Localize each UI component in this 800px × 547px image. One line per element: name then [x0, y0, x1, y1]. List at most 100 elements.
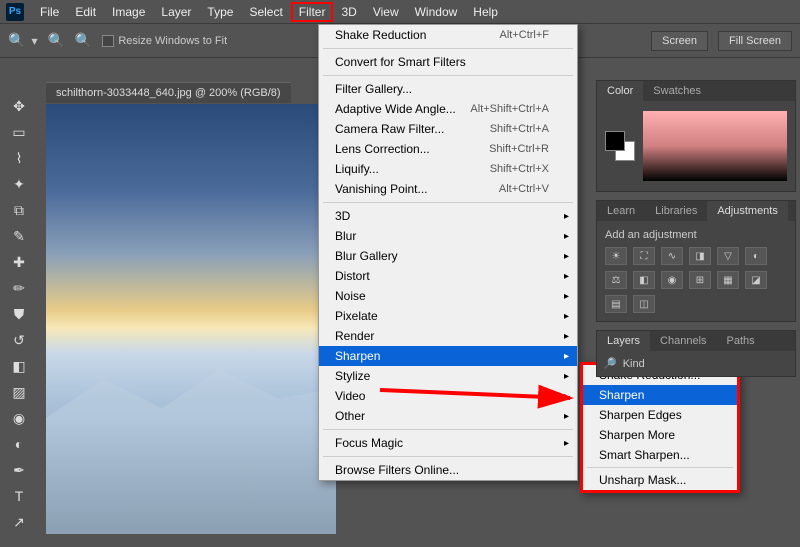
fit-screen-button[interactable]: Screen — [651, 31, 708, 51]
filter-browse-online[interactable]: Browse Filters Online... — [319, 460, 577, 480]
eraser-tool[interactable]: ◧ — [4, 354, 34, 378]
zoom-tool-indicator[interactable]: 🔍▾ — [8, 32, 37, 49]
eyedropper-tool[interactable]: ✎ — [4, 224, 34, 248]
filter-blur[interactable]: Blur — [319, 226, 577, 246]
filter-blur-gallery[interactable]: Blur Gallery — [319, 246, 577, 266]
chevron-down-icon: ▾ — [31, 34, 37, 48]
filter-distort[interactable]: Distort — [319, 266, 577, 286]
colorbalance-icon[interactable]: ⚖ — [605, 271, 627, 289]
sharpen-sharpen[interactable]: Sharpen — [583, 385, 737, 405]
wand-tool[interactable]: ✦ — [4, 172, 34, 196]
filter-3d[interactable]: 3D — [319, 206, 577, 226]
menubar: Ps File Edit Image Layer Type Select Fil… — [0, 0, 800, 24]
filter-camera-raw[interactable]: Camera Raw Filter...Shift+Ctrl+A — [319, 119, 577, 139]
tab-channels[interactable]: Channels — [650, 331, 716, 351]
text-tool[interactable]: T — [4, 484, 34, 508]
posterize-icon[interactable]: ▤ — [605, 295, 627, 313]
menu-type[interactable]: Type — [199, 2, 241, 22]
tab-color[interactable]: Color — [597, 81, 643, 101]
photo-filter-icon[interactable]: ◉ — [661, 271, 683, 289]
checkbox-icon — [102, 35, 114, 47]
lookup-icon[interactable]: ▦ — [717, 271, 739, 289]
lasso-tool[interactable]: ⌇ — [4, 146, 34, 170]
stamp-tool[interactable]: ⛊ — [4, 302, 34, 326]
brightness-icon[interactable]: ☀ — [605, 247, 627, 265]
threshold-icon[interactable]: ◫ — [633, 295, 655, 313]
adjustments-panel: Learn Libraries Adjustments Add an adjus… — [596, 200, 796, 322]
zoom-icon: 🔍 — [8, 32, 25, 49]
marquee-tool[interactable]: ▭ — [4, 120, 34, 144]
filter-sharpen[interactable]: Sharpen — [319, 346, 577, 366]
filter-menu-dropdown: Shake Reduction Alt+Ctrl+F Convert for S… — [318, 24, 578, 481]
sharpen-more[interactable]: Sharpen More — [583, 425, 737, 445]
zoom-out-icon[interactable]: 🔍 — [75, 32, 92, 49]
adjustments-title: Add an adjustment — [605, 229, 787, 241]
menu-layer[interactable]: Layer — [153, 2, 199, 22]
sharpen-smart[interactable]: Smart Sharpen... — [583, 445, 737, 465]
blur-tool[interactable]: ◉ — [4, 406, 34, 430]
menu-window[interactable]: Window — [407, 2, 466, 22]
tab-libraries[interactable]: Libraries — [645, 201, 707, 221]
crop-tool[interactable]: ⧉ — [4, 198, 34, 222]
document-canvas[interactable] — [46, 104, 336, 534]
filter-last-label: Shake Reduction — [335, 28, 426, 42]
menu-help[interactable]: Help — [465, 2, 506, 22]
menu-edit[interactable]: Edit — [67, 2, 104, 22]
filter-focus-magic[interactable]: Focus Magic — [319, 433, 577, 453]
channel-mixer-icon[interactable]: ⊞ — [689, 271, 711, 289]
filter-last-shortcut: Alt+Ctrl+F — [499, 29, 549, 41]
menu-file[interactable]: File — [32, 2, 67, 22]
filter-other[interactable]: Other — [319, 406, 577, 426]
document-tab[interactable]: schilthorn-3033448_640.jpg @ 200% (RGB/8… — [46, 82, 291, 103]
dodge-tool[interactable]: ◐ — [4, 432, 34, 456]
sharpen-submenu: Shake Reduction... Sharpen Sharpen Edges… — [580, 362, 740, 493]
levels-icon[interactable]: ⛶ — [633, 247, 655, 265]
filter-vanishing-point[interactable]: Vanishing Point...Alt+Ctrl+V — [319, 179, 577, 199]
menu-view[interactable]: View — [365, 2, 407, 22]
tab-swatches[interactable]: Swatches — [643, 81, 711, 101]
tab-paths[interactable]: Paths — [717, 331, 765, 351]
filter-render[interactable]: Render — [319, 326, 577, 346]
brush-tool[interactable]: ✏ — [4, 276, 34, 300]
filter-gallery[interactable]: Filter Gallery... — [319, 79, 577, 99]
heal-tool[interactable]: ✚ — [4, 250, 34, 274]
resize-windows-checkbox[interactable]: Resize Windows to Fit — [102, 35, 227, 47]
filter-adaptive-wide[interactable]: Adaptive Wide Angle...Alt+Shift+Ctrl+A — [319, 99, 577, 119]
gradient-tool[interactable]: ▨ — [4, 380, 34, 404]
sharpen-unsharp-mask[interactable]: Unsharp Mask... — [583, 470, 737, 490]
menu-image[interactable]: Image — [104, 2, 153, 22]
filter-last[interactable]: Shake Reduction Alt+Ctrl+F — [319, 25, 577, 45]
move-tool[interactable]: ✥ — [4, 94, 34, 118]
fill-screen-button[interactable]: Fill Screen — [718, 31, 792, 51]
filter-stylize[interactable]: Stylize — [319, 366, 577, 386]
resize-windows-label: Resize Windows to Fit — [118, 35, 227, 47]
filter-convert-smart[interactable]: Convert for Smart Filters — [319, 52, 577, 72]
tab-layers[interactable]: Layers — [597, 331, 650, 351]
menu-select[interactable]: Select — [241, 2, 290, 22]
tools-panel: ✥ ▭ ⌇ ✦ ⧉ ✎ ✚ ✏ ⛊ ↺ ◧ ▨ ◉ ◐ ✒ T ↗ — [4, 94, 38, 534]
zoom-in-icon[interactable]: 🔍 — [47, 32, 64, 49]
foreground-background-swatch[interactable] — [605, 131, 635, 161]
app-logo: Ps — [6, 3, 24, 21]
menu-3d[interactable]: 3D — [333, 2, 364, 22]
sharpen-edges[interactable]: Sharpen Edges — [583, 405, 737, 425]
menu-filter[interactable]: Filter — [291, 2, 334, 22]
curves-icon[interactable]: ∿ — [661, 247, 683, 265]
tab-learn[interactable]: Learn — [597, 201, 645, 221]
filter-lens-correction[interactable]: Lens Correction...Shift+Ctrl+R — [319, 139, 577, 159]
path-tool[interactable]: ↗ — [4, 510, 34, 534]
history-brush-tool[interactable]: ↺ — [4, 328, 34, 352]
filter-noise[interactable]: Noise — [319, 286, 577, 306]
filter-video[interactable]: Video — [319, 386, 577, 406]
search-icon[interactable]: 🔎 — [603, 357, 617, 370]
exposure-icon[interactable]: ◨ — [689, 247, 711, 265]
color-spectrum[interactable] — [643, 111, 787, 181]
vibrance-icon[interactable]: ▽ — [717, 247, 739, 265]
bw-icon[interactable]: ◧ — [633, 271, 655, 289]
filter-liquify[interactable]: Liquify...Shift+Ctrl+X — [319, 159, 577, 179]
pen-tool[interactable]: ✒ — [4, 458, 34, 482]
invert-icon[interactable]: ◪ — [745, 271, 767, 289]
filter-pixelate[interactable]: Pixelate — [319, 306, 577, 326]
tab-adjustments[interactable]: Adjustments — [707, 201, 788, 221]
hue-icon[interactable]: ◐ — [745, 247, 767, 265]
